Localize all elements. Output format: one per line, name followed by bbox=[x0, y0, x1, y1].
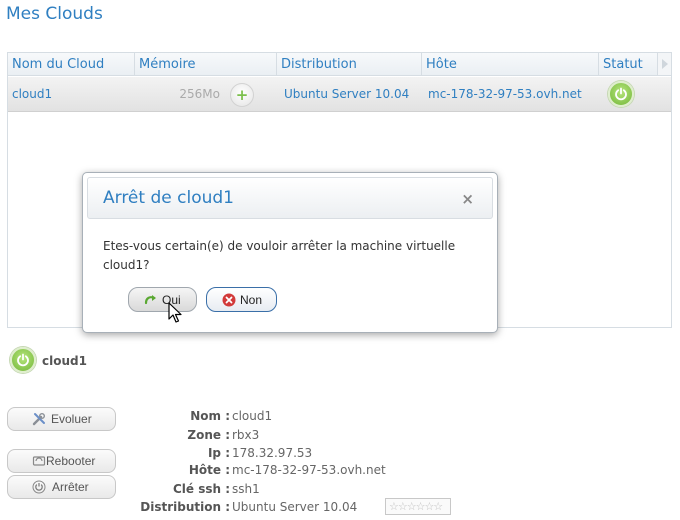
dialog-title: Arrêt de cloud1 bbox=[103, 188, 234, 208]
scroll-right-arrow-icon[interactable] bbox=[657, 53, 671, 75]
cancel-icon bbox=[222, 293, 236, 310]
detail-label-ip: Ip : bbox=[207, 446, 230, 460]
table-header: Nom du Cloud Mémoire Distribution Hôte S… bbox=[8, 53, 671, 76]
column-header-distribution[interactable]: Distribution bbox=[277, 53, 422, 76]
page-title: Mes Clouds bbox=[6, 4, 103, 24]
status-power-icon[interactable] bbox=[608, 81, 634, 107]
confirm-yes-button[interactable]: Oui bbox=[128, 287, 197, 312]
cell-cloud-name[interactable]: cloud1 bbox=[12, 77, 52, 112]
detail-value-ip: 178.32.97.53 bbox=[232, 446, 313, 460]
detail-value-name: cloud1 bbox=[232, 409, 273, 423]
detail-value-host: mc-178-32-97-53.ovh.net bbox=[232, 463, 386, 477]
no-label: Non bbox=[240, 293, 263, 307]
table-row[interactable]: cloud1 256Mo + Ubuntu Server 10.04 mc-17… bbox=[8, 77, 671, 112]
detail-value-zone: rbx3 bbox=[232, 428, 260, 442]
detail-label-ssh-key: Clé ssh : bbox=[172, 482, 230, 496]
confirm-no-button[interactable]: Non bbox=[206, 287, 277, 312]
column-header-host[interactable]: Hôte bbox=[422, 53, 599, 76]
cell-memory: 256Mo bbox=[179, 87, 220, 101]
plus-icon: + bbox=[235, 86, 249, 104]
close-icon[interactable]: × bbox=[461, 190, 474, 208]
star-rating[interactable]: ☆☆☆☆☆☆ bbox=[385, 498, 451, 515]
column-header-name[interactable]: Nom du Cloud bbox=[8, 53, 135, 76]
column-header-status[interactable]: Statut bbox=[599, 53, 657, 76]
dialog-header: Arrêt de cloud1 × bbox=[87, 177, 493, 219]
detail-label-name: Nom : bbox=[190, 409, 230, 423]
mouse-cursor-icon bbox=[168, 302, 182, 327]
add-memory-button[interactable]: + bbox=[230, 83, 254, 107]
redo-arrow-icon bbox=[144, 293, 158, 310]
detail-value-ssh-key: ssh1 bbox=[232, 482, 260, 496]
power-icon bbox=[10, 347, 36, 373]
stop-confirmation-dialog: Arrêt de cloud1 × Etes-vous certain(e) d… bbox=[82, 172, 498, 333]
detail-label-host: Hôte : bbox=[188, 463, 230, 477]
detail-label-distribution: Distribution : bbox=[140, 500, 230, 514]
cell-distribution: Ubuntu Server 10.04 bbox=[284, 87, 410, 101]
detail-label-zone: Zone : bbox=[187, 428, 230, 442]
vm-power-status bbox=[10, 347, 36, 373]
cell-host: mc-178-32-97-53.ovh.net bbox=[428, 87, 582, 101]
dialog-message: Etes-vous certain(e) de vouloir arrêter … bbox=[103, 239, 456, 272]
vm-name: cloud1 bbox=[42, 354, 87, 368]
column-header-memory[interactable]: Mémoire bbox=[135, 53, 277, 76]
detail-value-distribution: Ubuntu Server 10.04 bbox=[232, 500, 358, 514]
